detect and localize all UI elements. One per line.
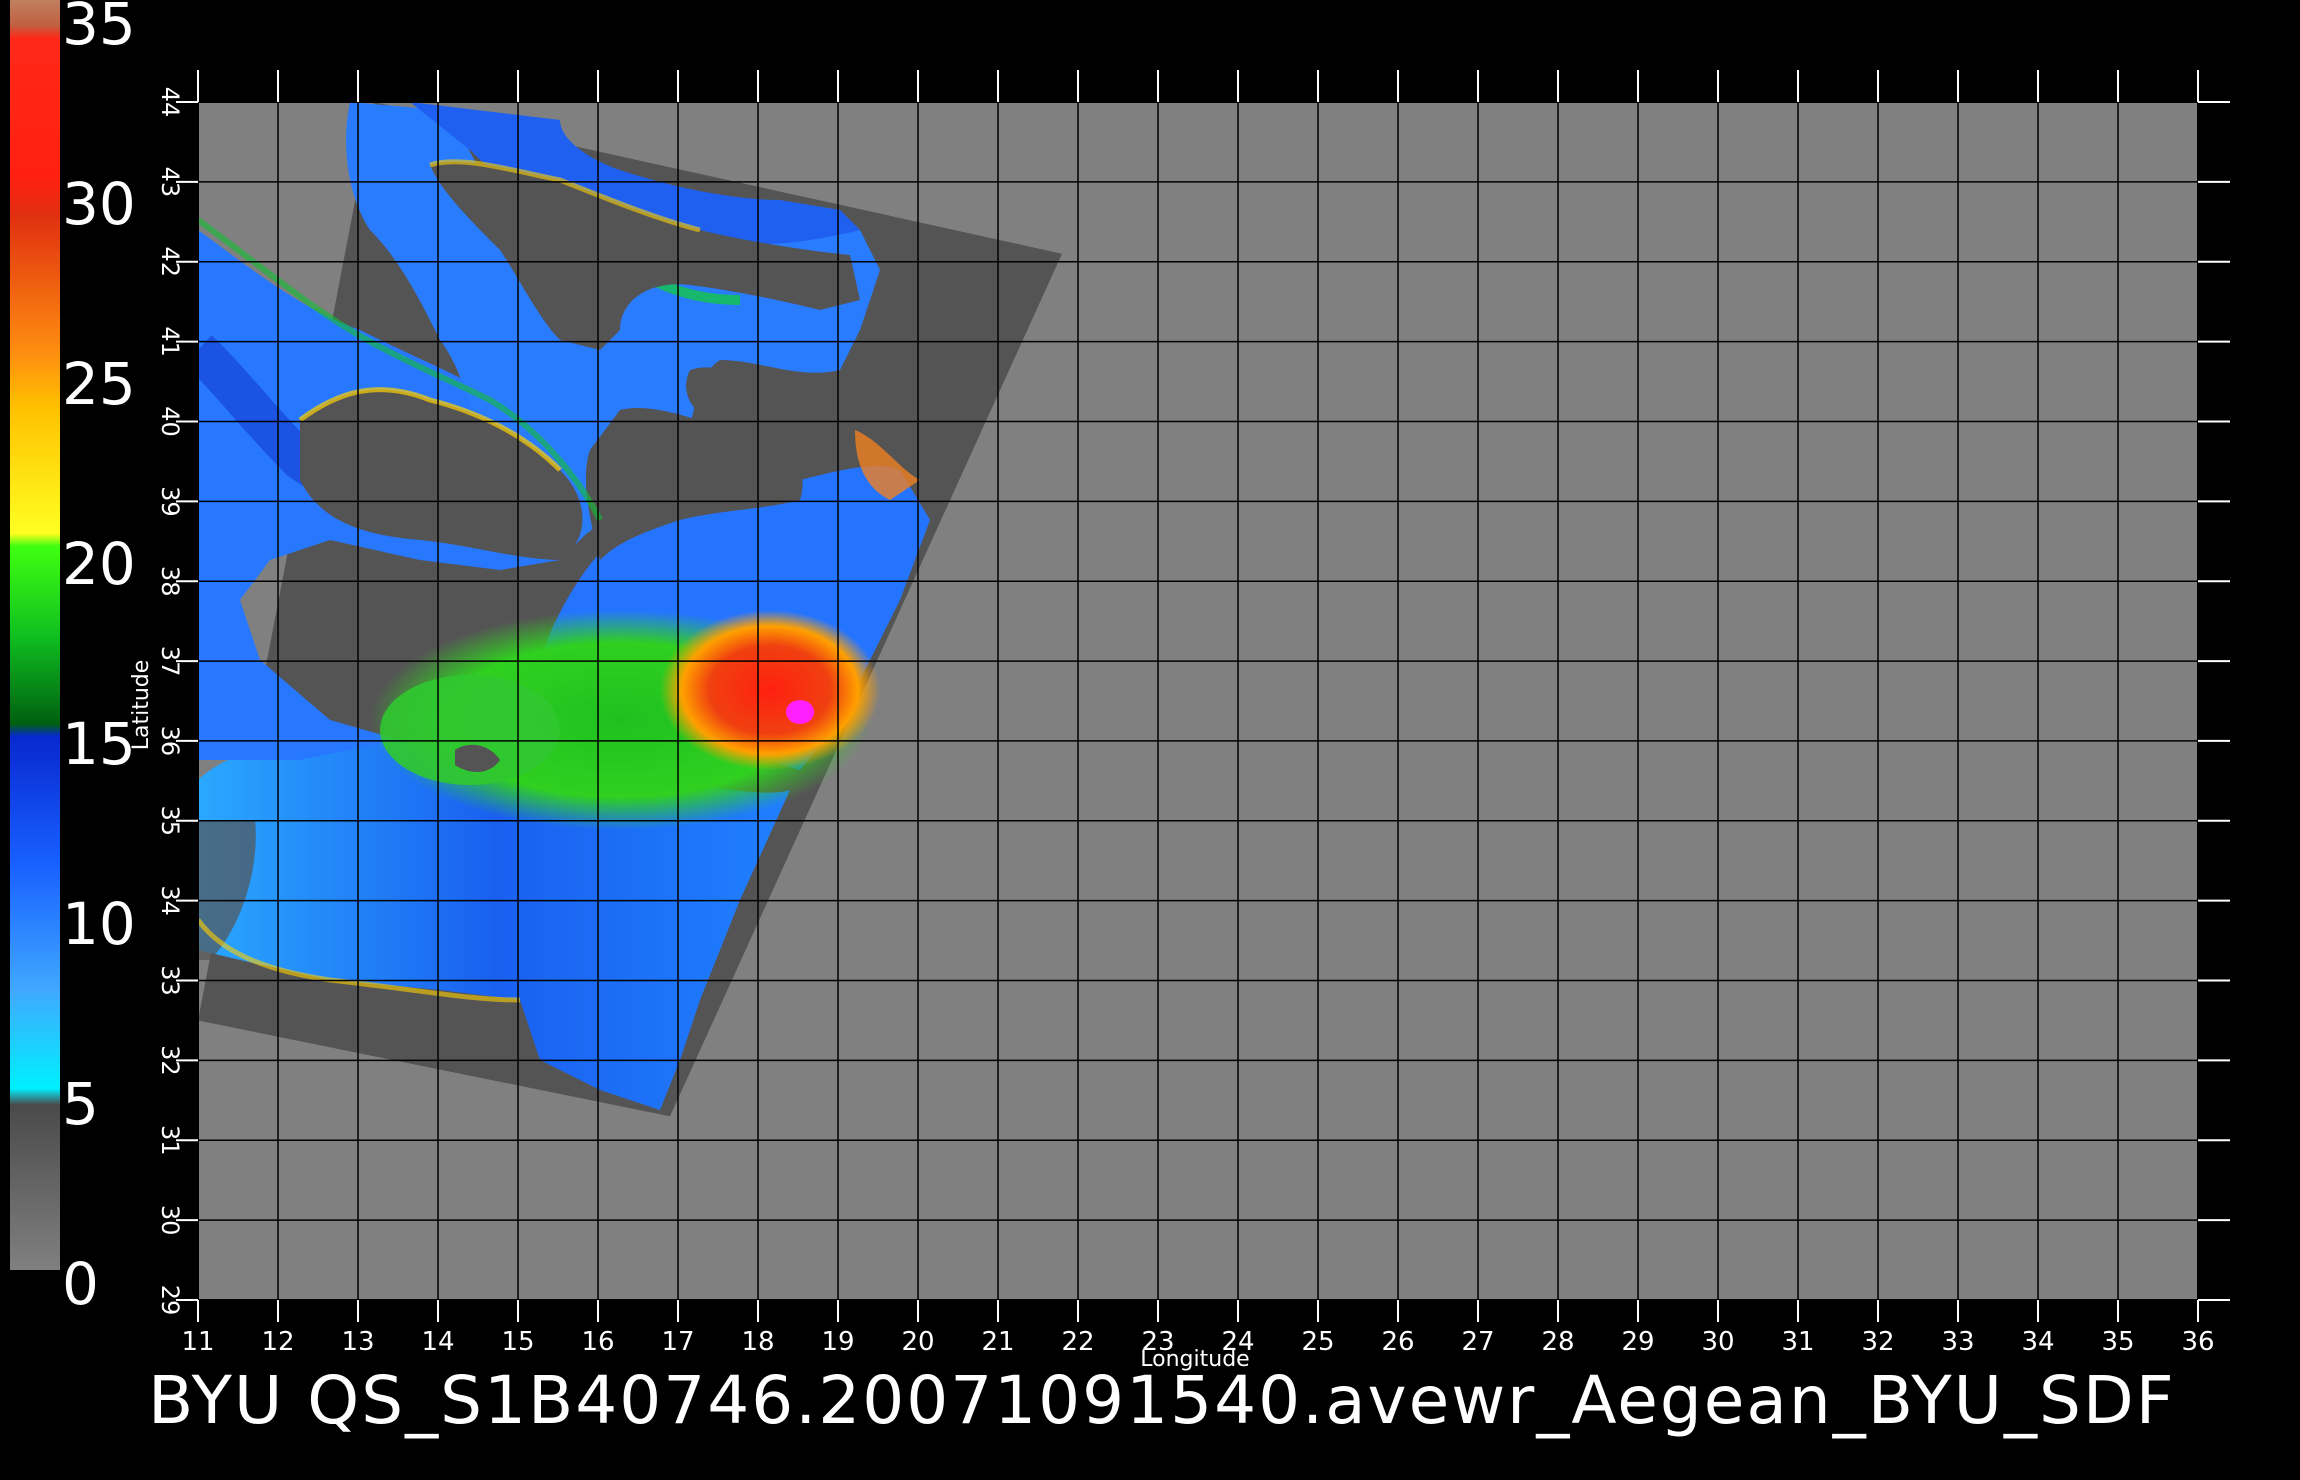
x-tick-label: 16 (581, 1327, 614, 1357)
x-tick-label: 19 (821, 1327, 854, 1357)
colorbar: 0 5 10 15 20 25 30 35 (10, 0, 136, 1318)
x-tick-label: 20 (901, 1327, 934, 1357)
x-tick-label: 11 (181, 1327, 214, 1357)
colorbar-label: 5 (62, 1070, 99, 1138)
x-tick-label: 18 (741, 1327, 774, 1357)
x-tick-label: 33 (1941, 1327, 1974, 1357)
x-tick-label: 36 (2181, 1327, 2214, 1357)
y-tick-label: 34 (156, 885, 184, 916)
y-tick-label: 37 (156, 646, 184, 677)
colorbar-label: 25 (62, 350, 136, 418)
y-tick-label: 32 (156, 1045, 184, 1076)
y-tick-label: 38 (156, 566, 184, 597)
y-tick-label: 36 (156, 726, 184, 757)
x-tick-label: 31 (1781, 1327, 1814, 1357)
y-tick-label: 42 (156, 246, 184, 277)
y-tick-label: 41 (156, 326, 184, 357)
x-tick-label: 30 (1701, 1327, 1734, 1357)
x-tick-label: 15 (501, 1327, 534, 1357)
y-tick-label: 39 (156, 486, 184, 517)
x-tick-label: 25 (1301, 1327, 1334, 1357)
y-tick-label: 43 (156, 167, 184, 198)
map-plot: 11 12 13 14 15 16 17 18 19 20 21 22 23 24 25 26 27 28 29 30… (129, 70, 2230, 1372)
colorbar-label: 20 (62, 530, 136, 598)
y-tick-label: 30 (156, 1205, 184, 1236)
footer-title: BYU QS_S1B40746.20071091540.avewr_Aegean… (148, 1362, 2176, 1439)
x-tick-label: 26 (1381, 1327, 1414, 1357)
colorbar-label: 0 (62, 1250, 99, 1318)
x-tick-label: 12 (261, 1327, 294, 1357)
x-tick-label: 14 (421, 1327, 454, 1357)
x-tick-label: 17 (661, 1327, 694, 1357)
y-tick-label: 29 (156, 1285, 184, 1316)
x-tick-label: 32 (1861, 1327, 1894, 1357)
y-tick-label: 35 (156, 806, 184, 837)
x-tick-label: 21 (981, 1327, 1014, 1357)
y-axis-label: Latitude (129, 660, 154, 751)
x-tick-label: 28 (1541, 1327, 1574, 1357)
colorbar-scale (10, 0, 60, 1270)
y-tick-label: 31 (156, 1125, 184, 1156)
x-tick-label: 35 (2101, 1327, 2134, 1357)
colorbar-label: 15 (62, 710, 136, 778)
x-tick-label: 22 (1061, 1327, 1094, 1357)
x-tick-label: 13 (341, 1327, 374, 1357)
colorbar-labels: 0 5 10 15 20 25 30 35 (62, 0, 136, 1318)
y-tick-label: 44 (156, 87, 184, 118)
x-tick-label: 27 (1461, 1327, 1494, 1357)
x-tick-label: 29 (1621, 1327, 1654, 1357)
y-tick-label: 40 (156, 406, 184, 437)
x-tick-label: 34 (2021, 1327, 2054, 1357)
colorbar-label: 35 (62, 0, 136, 58)
y-tick-labels: 29 30 31 32 33 34 35 36 37 38 39 40 41 42 43 44 (156, 87, 184, 1316)
colorbar-label: 30 (62, 170, 136, 238)
colorbar-label: 10 (62, 890, 136, 958)
y-tick-label: 33 (156, 965, 184, 996)
